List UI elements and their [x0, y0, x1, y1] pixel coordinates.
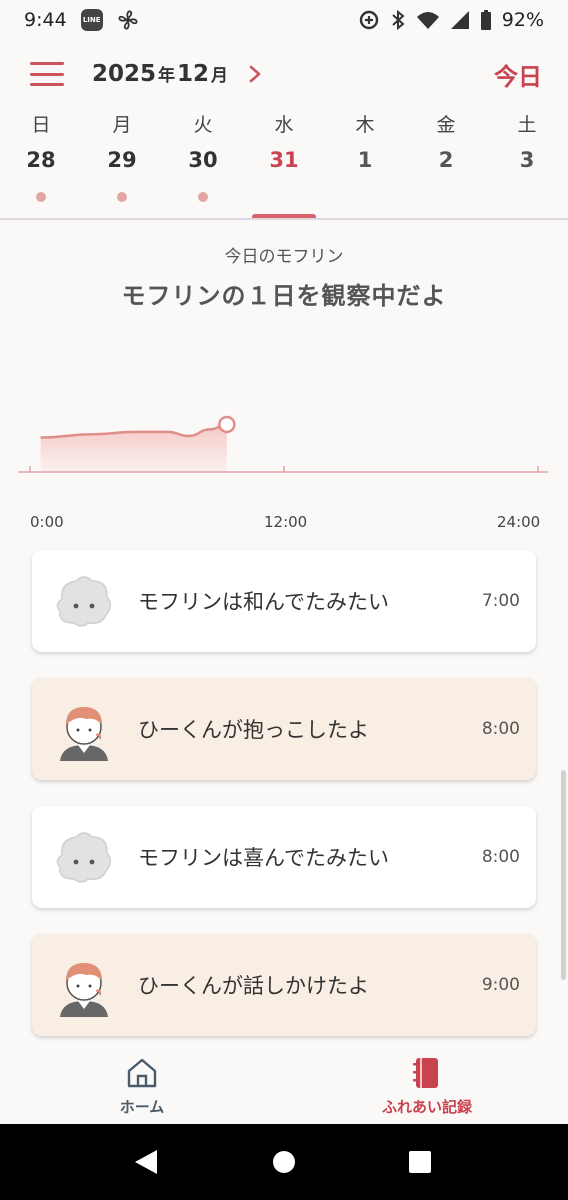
- recents-button[interactable]: [380, 1124, 460, 1200]
- mood-chart: [18, 415, 548, 473]
- back-button[interactable]: [106, 1124, 186, 1200]
- section-title: モフリンの１日を観察中だよ: [121, 282, 447, 310]
- record-time: 8:00: [481, 719, 520, 739]
- year-unit: 年: [158, 66, 176, 86]
- bottom-navigation: ホーム ふれあい記録: [0, 1048, 568, 1124]
- week-strip: 日 28 月 29 火 30 水 31 木 1 金 2 土 3: [0, 110, 568, 222]
- record-dot: [198, 192, 208, 202]
- record-time: 8:00: [481, 847, 520, 867]
- status-bar: 9:44 LINE 92%: [0, 0, 568, 40]
- bluetooth-icon: [392, 9, 405, 31]
- day-0[interactable]: 日 28: [6, 110, 76, 218]
- record-time: 9:00: [481, 975, 520, 995]
- nav-records[interactable]: ふれあい記録: [357, 1056, 497, 1117]
- mofurin-avatar-icon: [56, 832, 111, 883]
- record-dot: [36, 192, 46, 202]
- day-1[interactable]: 月 29: [87, 110, 157, 218]
- home-circle-icon: [273, 1151, 295, 1173]
- month-value: 12: [177, 61, 210, 87]
- record-text: モフリンは和んでたみたい: [138, 590, 389, 614]
- month-title: 2025 年 12 月: [92, 61, 230, 87]
- day-number: 29: [107, 148, 137, 172]
- data-saver-icon: [359, 10, 378, 30]
- day-2[interactable]: 火 30: [168, 110, 238, 218]
- day-number: 31: [269, 148, 299, 172]
- nav-home-label: ホーム: [119, 1098, 165, 1116]
- boy-avatar-icon: [60, 963, 108, 1017]
- day-6[interactable]: 土 3: [492, 110, 562, 218]
- day-of-week: 月: [112, 114, 132, 136]
- x-tick-label-1: 12:00: [264, 513, 308, 531]
- x-tick-label-2: 24:00: [497, 513, 541, 531]
- day-of-week: 日: [31, 114, 51, 136]
- day-number: 30: [188, 148, 218, 172]
- record-text: ひーくんが話しかけたよ: [138, 974, 369, 998]
- line-icon: LINE: [80, 9, 103, 31]
- battery-icon: [480, 10, 491, 30]
- today-button[interactable]: 今日: [494, 57, 542, 92]
- battery-percent: 92%: [501, 9, 544, 31]
- nav-records-label: ふれあい記録: [381, 1098, 472, 1116]
- app-header: 2025 年 12 月 今日: [0, 44, 568, 104]
- record-text: モフリンは喜んでたみたい: [138, 846, 389, 870]
- year-value: 2025: [92, 61, 157, 87]
- record-dot: [117, 192, 127, 202]
- day-of-week: 火: [193, 114, 213, 136]
- record-card[interactable]: モフリンは喜んでたみたい 8:00: [32, 806, 536, 908]
- month-unit: 月: [211, 66, 229, 86]
- divider: [0, 218, 568, 220]
- mofurin-avatar-icon: [56, 576, 111, 627]
- day-number: 28: [26, 148, 56, 172]
- day-4[interactable]: 木 1: [330, 110, 400, 218]
- day-3[interactable]: 水 31: [249, 110, 319, 218]
- day-number: 1: [357, 148, 373, 172]
- day-of-week: 木: [355, 114, 375, 136]
- status-time: 9:44: [24, 9, 67, 31]
- day-number: 2: [438, 148, 454, 172]
- notebook-icon: [413, 1058, 438, 1088]
- chart-current-point: [218, 415, 236, 434]
- day-5[interactable]: 金 2: [411, 110, 481, 218]
- record-card[interactable]: モフリンは和んでたみたい 7:00: [32, 550, 536, 652]
- system-navigation-bar: [0, 1124, 568, 1200]
- day-of-week: 土: [517, 114, 537, 136]
- hamburger-menu-icon[interactable]: [30, 62, 64, 86]
- record-text: ひーくんが抱っこしたよ: [138, 718, 369, 742]
- x-tick-label-0: 0:00: [30, 513, 64, 531]
- chevron-right-icon[interactable]: [248, 64, 262, 84]
- section-subtitle: 今日のモフリン: [224, 247, 344, 267]
- record-card[interactable]: ひーくんが話しかけたよ 9:00: [32, 934, 536, 1036]
- home-icon: [127, 1058, 157, 1088]
- fan-icon: [118, 10, 138, 30]
- back-triangle-icon: [135, 1150, 157, 1174]
- boy-avatar-icon: [60, 707, 108, 761]
- wifi-icon: [416, 12, 439, 29]
- recents-square-icon: [409, 1151, 431, 1173]
- home-system-button[interactable]: [244, 1124, 324, 1200]
- record-card[interactable]: ひーくんが抱っこしたよ 8:00: [32, 678, 536, 780]
- day-of-week: 水: [274, 114, 294, 136]
- record-time: 7:00: [481, 591, 520, 611]
- signal-icon: [450, 11, 469, 29]
- scrollbar[interactable]: [561, 770, 566, 980]
- nav-home[interactable]: ホーム: [72, 1056, 212, 1117]
- day-of-week: 金: [436, 114, 456, 136]
- day-number: 3: [519, 148, 535, 172]
